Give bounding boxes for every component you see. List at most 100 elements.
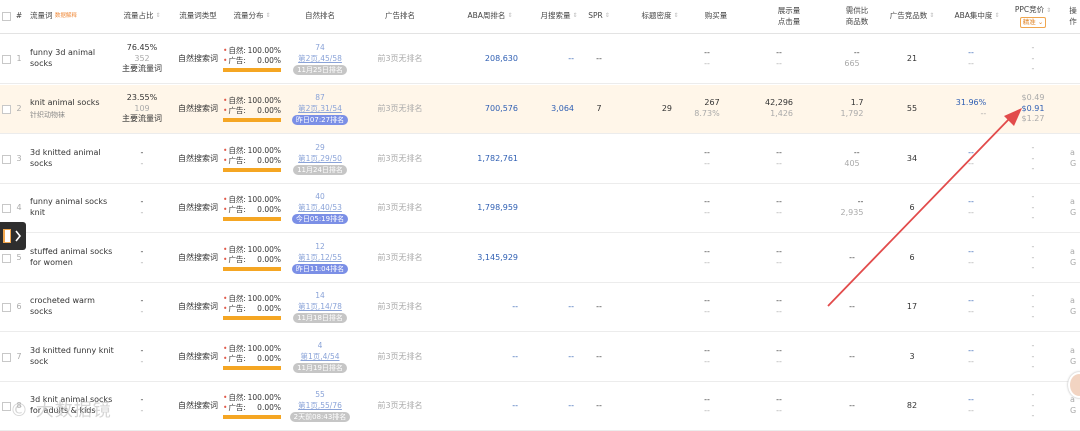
header-title-density[interactable]: 标题密度 ⇕ bbox=[636, 0, 684, 33]
row-select[interactable] bbox=[0, 135, 12, 183]
header-traffic-dist[interactable]: 流量分布 ⇕ bbox=[224, 0, 280, 33]
table-row[interactable]: 6crocheted warm socks--自然搜索词自然:100.00%广告… bbox=[0, 283, 1080, 332]
header-aba-weekly[interactable]: ABA周排名 ⇕ bbox=[462, 0, 518, 33]
aba-weekly-cell[interactable]: -- bbox=[456, 283, 518, 331]
organic-rank-page[interactable]: 第2页,31/54 bbox=[298, 104, 342, 114]
row-checkbox[interactable] bbox=[1, 154, 11, 164]
keyword-cell[interactable]: stuffed animal socks for women bbox=[30, 234, 114, 282]
header-select-all[interactable] bbox=[0, 0, 12, 33]
ops-cell[interactable] bbox=[1070, 35, 1080, 83]
organic-rank-cell[interactable]: 55 第1页,55/76 2天前08:43排名 bbox=[282, 382, 358, 430]
aba-weekly-value[interactable]: -- bbox=[512, 401, 518, 412]
keyword-text[interactable]: funny animal socks knit bbox=[30, 197, 114, 219]
aba-weekly-value[interactable]: 700,576 bbox=[485, 104, 518, 115]
sort-icon[interactable]: ⇕ bbox=[673, 12, 678, 20]
aba-weekly-cell[interactable]: 208,630 bbox=[456, 35, 518, 83]
header-ad-products[interactable]: 广告竞品数 ⇕ bbox=[886, 0, 938, 33]
op-link-g[interactable]: G bbox=[1070, 258, 1076, 269]
table-row[interactable]: 4funny animal socks knit--自然搜索词自然:100.00… bbox=[0, 184, 1080, 233]
sort-icon[interactable]: ⇕ bbox=[155, 12, 160, 20]
aba-weekly-value[interactable]: -- bbox=[512, 352, 518, 363]
keyword-cell[interactable]: knit animal socks 针织动物袜 bbox=[30, 85, 114, 133]
aba-weekly-value[interactable]: 1,798,959 bbox=[477, 203, 518, 214]
keyword-text[interactable]: 3d knitted animal socks bbox=[30, 148, 114, 170]
sort-icon[interactable]: ⇕ bbox=[572, 12, 577, 20]
table-row[interactable]: 5stuffed animal socks for women--自然搜索词自然… bbox=[0, 234, 1080, 283]
organic-rank-page[interactable]: 第1页,14/78 bbox=[298, 302, 342, 312]
organic-rank-page[interactable]: 第1页,4/54 bbox=[301, 352, 340, 362]
keyword-cell[interactable]: funny animal socks knit bbox=[30, 184, 114, 232]
row-select[interactable] bbox=[0, 85, 12, 133]
op-link-g[interactable]: G bbox=[1070, 208, 1076, 219]
aba-weekly-value[interactable]: -- bbox=[512, 302, 518, 313]
row-select[interactable] bbox=[0, 283, 12, 331]
op-link-a[interactable]: a bbox=[1070, 296, 1075, 307]
table-row[interactable]: 1 funny 3d animal socks 76.45% 352 主要流量词 自然搜索… bbox=[0, 35, 1080, 84]
op-link-g[interactable]: G bbox=[1070, 307, 1076, 318]
sort-icon[interactable]: ⇕ bbox=[929, 12, 934, 20]
organic-rank-cell[interactable]: 87 第2页,31/54 昨日07:27排名 bbox=[282, 85, 358, 133]
header-monthly-search[interactable]: 月搜索量 ⇕ bbox=[534, 0, 584, 33]
op-link-a[interactable]: a bbox=[1070, 346, 1075, 357]
keyword-text[interactable]: funny 3d animal socks bbox=[30, 48, 114, 70]
keyword-cell[interactable]: funny 3d animal socks bbox=[30, 35, 114, 83]
aba-weekly-cell[interactable]: 700,576 bbox=[456, 85, 518, 133]
aba-weekly-value[interactable]: 1,782,761 bbox=[477, 154, 518, 165]
side-panel-toggle[interactable] bbox=[0, 222, 26, 250]
sort-icon[interactable]: ⇕ bbox=[265, 12, 270, 20]
sort-icon[interactable]: ⇕ bbox=[1046, 7, 1051, 14]
keyword-cell[interactable]: 3d knitted animal socks bbox=[30, 135, 114, 183]
ops-cell[interactable]: aG bbox=[1070, 234, 1080, 282]
op-link-a[interactable]: a bbox=[1070, 247, 1075, 258]
aba-weekly-cell[interactable]: -- bbox=[456, 382, 518, 430]
row-select[interactable] bbox=[0, 333, 12, 381]
op-link-g[interactable]: G bbox=[1070, 159, 1076, 170]
header-traffic-share[interactable]: 流量占比 ⇕ bbox=[112, 0, 172, 33]
aba-weekly-cell[interactable]: -- bbox=[456, 333, 518, 381]
ops-cell[interactable]: aG bbox=[1070, 135, 1080, 183]
sort-icon[interactable]: ⇕ bbox=[507, 12, 512, 20]
table-row[interactable]: 2 knit animal socks 针织动物袜 23.55% 109 主要流量词 自然搜… bbox=[0, 85, 1080, 134]
row-checkbox[interactable] bbox=[1, 253, 11, 263]
header-ppc-label[interactable]: PPC竞价 ⇕ bbox=[1015, 5, 1051, 15]
row-select[interactable] bbox=[0, 35, 12, 83]
organic-rank-cell[interactable]: 29 第1页,29/50 11月24日排名 bbox=[282, 135, 358, 183]
select-all-checkbox[interactable] bbox=[1, 12, 11, 21]
organic-rank-page[interactable]: 第1页,29/50 bbox=[298, 154, 342, 164]
organic-rank-cell[interactable]: 74 第2页,45/58 11月25日排名 bbox=[282, 35, 358, 83]
keyword-text[interactable]: stuffed animal socks for women bbox=[30, 247, 114, 269]
organic-rank-page[interactable]: 第1页,55/76 bbox=[298, 401, 342, 411]
op-link-a[interactable]: a bbox=[1070, 197, 1075, 208]
op-link-g[interactable]: G bbox=[1070, 357, 1076, 368]
header-aba-conc[interactable]: ABA集中度 ⇕ bbox=[950, 0, 1004, 33]
organic-rank-cell[interactable]: 40 第1页,40/53 今日05:19排名 bbox=[282, 184, 358, 232]
row-checkbox[interactable] bbox=[1, 352, 11, 362]
organic-rank-page[interactable]: 第2页,45/58 bbox=[298, 54, 342, 64]
organic-rank-page[interactable]: 第1页,40/53 bbox=[298, 203, 342, 213]
organic-rank-page[interactable]: 第1页,12/55 bbox=[298, 253, 342, 263]
ops-cell[interactable]: aG bbox=[1070, 283, 1080, 331]
aba-weekly-value[interactable]: 3,145,929 bbox=[477, 253, 518, 264]
aba-weekly-cell[interactable]: 1,782,761 bbox=[456, 135, 518, 183]
row-checkbox[interactable] bbox=[1, 203, 11, 213]
keyword-cell[interactable]: crocheted warm socks bbox=[30, 283, 114, 331]
ops-cell[interactable]: aG bbox=[1070, 184, 1080, 232]
keyword-text[interactable]: 3d knitted funny knit sock bbox=[30, 346, 114, 368]
ops-cell[interactable] bbox=[1070, 85, 1080, 133]
table-row[interactable]: 33d knitted animal socks--自然搜索词自然:100.00… bbox=[0, 135, 1080, 184]
keyword-text[interactable]: crocheted warm socks bbox=[30, 296, 114, 318]
header-spr[interactable]: SPR ⇕ bbox=[586, 0, 612, 33]
row-checkbox[interactable] bbox=[1, 104, 11, 114]
op-link-g[interactable]: G bbox=[1070, 406, 1076, 417]
op-link-a[interactable]: a bbox=[1070, 148, 1075, 159]
aba-weekly-cell[interactable]: 1,798,959 bbox=[456, 184, 518, 232]
sort-icon[interactable]: ⇕ bbox=[994, 12, 999, 20]
keyword-cell[interactable]: 3d knitted funny knit sock bbox=[30, 333, 114, 381]
aba-weekly-cell[interactable]: 3,145,929 bbox=[456, 234, 518, 282]
organic-rank-cell[interactable]: 4 第1页,4/54 11月19日排名 bbox=[282, 333, 358, 381]
table-row[interactable]: 8 3d knit animal socks for adults & kids -… bbox=[0, 382, 1080, 431]
header-keyword-tag[interactable]: 数据解释 bbox=[55, 13, 77, 20]
ppc-precise-dropdown[interactable]: 精准 ⌄ bbox=[1019, 17, 1047, 28]
sort-icon[interactable]: ⇕ bbox=[605, 12, 610, 20]
row-checkbox[interactable] bbox=[1, 54, 11, 64]
